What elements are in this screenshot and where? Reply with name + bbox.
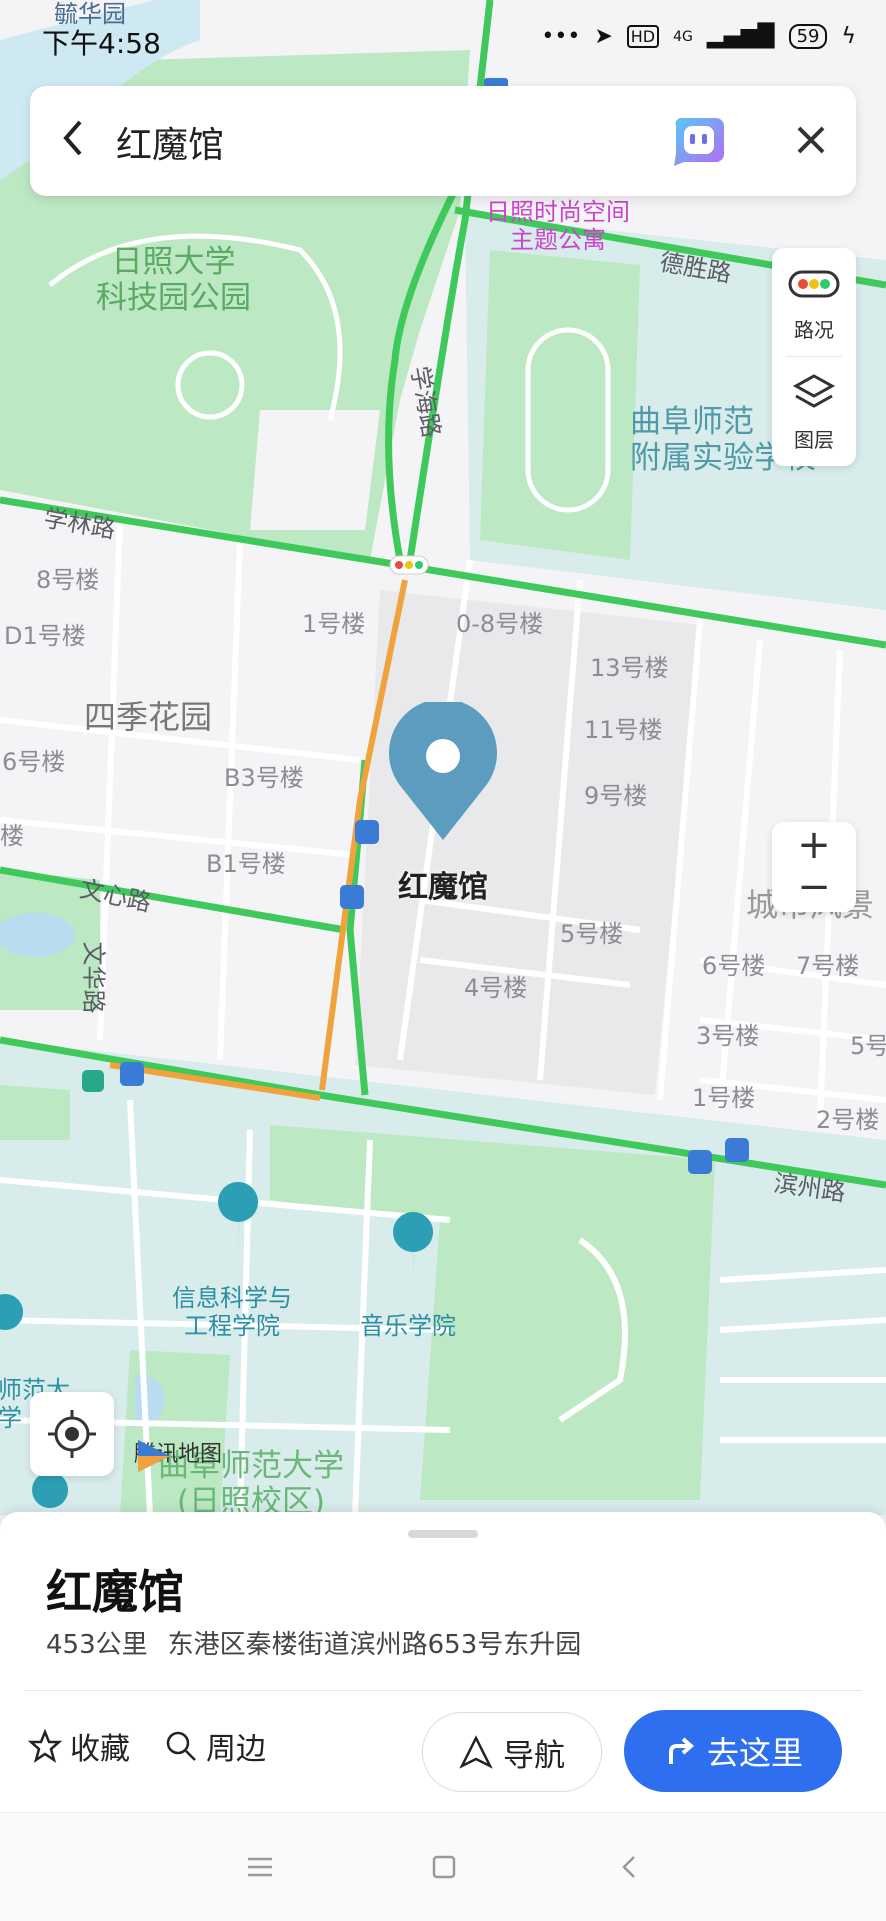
place-name: 红魔馆 [46, 1565, 184, 1619]
status-icons: ••• ➤ HD 4G ▂▄▆█ 59 ϟ [541, 24, 856, 49]
place-distance: 453公里 [46, 1630, 148, 1660]
building-label: D1号楼 [4, 622, 86, 650]
search-query[interactable]: 红魔馆 [116, 116, 224, 168]
sheet-handle[interactable] [408, 1530, 478, 1538]
building-label: 9号楼 [584, 782, 648, 810]
favorite-button[interactable]: 收藏 [28, 1724, 130, 1768]
building-label: 5号 [850, 1032, 886, 1060]
navigate-icon [459, 1735, 493, 1769]
search-icon [166, 1731, 196, 1761]
building-label: B3号楼 [224, 764, 304, 792]
place-address: 东港区秦楼街道滨州路653号东升园 [167, 1630, 582, 1660]
building-label: 3号楼 [696, 1022, 760, 1050]
building-label: 11号楼 [584, 716, 663, 744]
status-bar: 下午4:58 ••• ➤ HD 4G ▂▄▆█ 59 ϟ [0, 0, 886, 80]
back-icon[interactable] [58, 116, 98, 166]
navigate-button[interactable]: 导航 [422, 1712, 602, 1792]
search-bar[interactable]: 红魔馆 [30, 86, 856, 196]
map-logo: 腾讯地图 [134, 1436, 222, 1472]
system-nav-bar [0, 1812, 886, 1921]
hd-icon: HD [626, 25, 660, 48]
zoom-control: + − [772, 822, 856, 912]
apartment-label: 日照时尚空间 主题公寓 [486, 198, 630, 254]
zoom-out-button[interactable]: − [772, 864, 856, 910]
layers-label: 图层 [794, 428, 834, 452]
navigate-label: 导航 [503, 1737, 565, 1774]
nearby-button[interactable]: 周边 [164, 1724, 266, 1768]
building-label: 0-8号楼 [456, 610, 544, 638]
side-divider [786, 356, 842, 357]
divider [24, 1690, 862, 1691]
signal-icon: ▂▄▆█ [706, 24, 775, 49]
status-time: 下午4:58 [42, 27, 161, 60]
campus-label-music: 音乐学院 [360, 1312, 456, 1340]
place-info: 453公里 东港区秦楼街道滨州路653号东升园 [46, 1624, 581, 1661]
building-label: 2号楼 [816, 1106, 880, 1134]
go-here-button[interactable]: 去这里 [624, 1710, 842, 1792]
locate-icon [48, 1410, 96, 1458]
layers-button[interactable]: 图层 [772, 358, 856, 466]
menu-icon[interactable] [242, 1849, 278, 1885]
building-label: 1号楼 [302, 610, 366, 638]
star-icon [28, 1729, 62, 1763]
zoom-in-button[interactable]: + [772, 822, 856, 868]
map-view[interactable]: 毓华园 日照大学 科技园公园 日照时尚空间 主题公寓 德胜路 曲阜师范 附属实验… [0, 0, 886, 1515]
building-label: 7号楼 [796, 952, 860, 980]
building-label: 5号楼 [560, 920, 624, 948]
layers-icon [792, 374, 836, 408]
charging-icon: ϟ [841, 24, 856, 49]
road-label-wenhua: 文华路 [79, 941, 108, 1014]
map-side-panel: 路况 图层 [772, 248, 856, 466]
traffic-icon [788, 270, 840, 298]
more-dots-icon: ••• [541, 24, 581, 49]
home-icon[interactable] [426, 1849, 462, 1885]
campus-label-info: 信息科学与 工程学院 [172, 1284, 292, 1340]
go-here-label: 去这里 [706, 1734, 803, 1772]
pin-label: 红魔馆 [398, 870, 488, 905]
location-pin[interactable] [388, 702, 498, 842]
nearby-label: 周边 [206, 1732, 266, 1767]
park-label-line: 日照大学 科技园公园 [96, 244, 251, 316]
building-label: 楼 [0, 822, 24, 850]
back-nav-icon[interactable] [612, 1849, 648, 1885]
building-label: 8号楼 [36, 566, 100, 594]
location-arrow-icon: ➤ [594, 24, 613, 49]
locate-button[interactable] [30, 1392, 114, 1476]
traffic-label: 路况 [794, 318, 834, 342]
tencent-map-logo-icon [138, 1440, 170, 1472]
building-label: 1号楼 [692, 1084, 756, 1112]
favorite-label: 收藏 [70, 1732, 130, 1767]
battery-indicator: 59 [788, 24, 828, 49]
traffic-button[interactable]: 路况 [772, 248, 856, 356]
network-label: 4G [673, 28, 693, 45]
pin-marker-icon [389, 702, 497, 840]
park-label: 日照大学 科技园公园 [96, 244, 251, 316]
building-label: 6号楼 [702, 952, 766, 980]
building-label: 4号楼 [464, 974, 528, 1002]
area-label-siji: 四季花园 [84, 698, 213, 736]
place-detail-sheet: 红魔馆 453公里 东港区秦楼街道滨州路653号东升园 收藏 周边 导航 去这里 [0, 1512, 886, 1812]
building-label: 13号楼 [590, 654, 669, 682]
ai-assistant-icon[interactable] [670, 114, 726, 168]
building-label: B1号楼 [206, 850, 286, 878]
turn-arrow-icon [668, 1737, 695, 1764]
close-icon[interactable] [786, 112, 836, 168]
building-label: 6号楼 [2, 748, 66, 776]
